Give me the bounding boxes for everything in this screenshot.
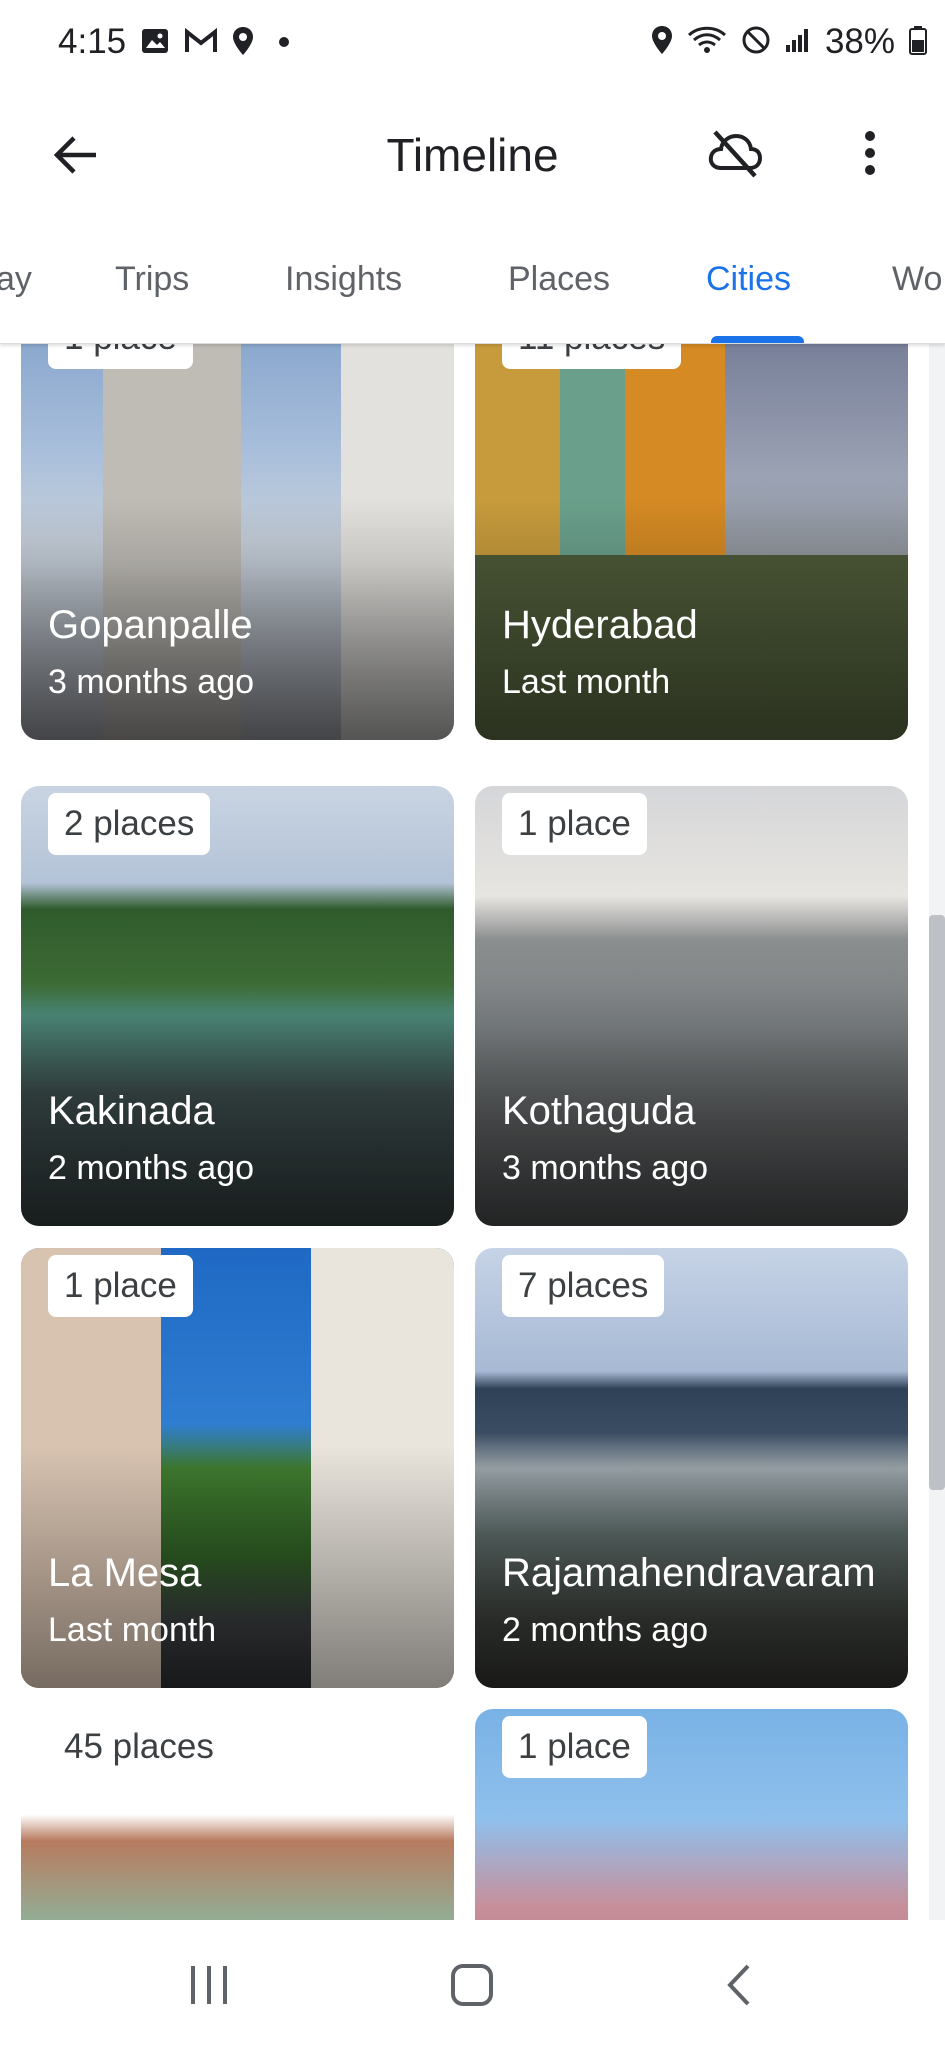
city-card[interactable]: 45 places xyxy=(21,1709,454,1920)
location-pin-icon xyxy=(651,25,673,60)
last-visit: 2 months ago xyxy=(502,1611,709,1649)
last-visit: 3 months ago xyxy=(48,663,255,701)
image-icon xyxy=(140,26,170,61)
wifi-icon xyxy=(687,25,727,60)
city-card[interactable]: 1 place xyxy=(475,1709,908,1920)
city-name: Kakinada xyxy=(48,1089,215,1133)
city-card[interactable]: 1 place Kothaguda 3 months ago xyxy=(475,786,908,1226)
gmail-icon xyxy=(184,27,218,60)
home-icon xyxy=(451,1964,493,2006)
backup-off-button[interactable] xyxy=(700,118,770,188)
location-pin-icon xyxy=(232,26,254,61)
recent-apps-button[interactable] xyxy=(174,1950,244,2020)
city-card[interactable]: 1 place Gopanpalle 3 months ago xyxy=(21,343,454,740)
cities-grid: 1 place Gopanpalle 3 months ago 11 place… xyxy=(0,343,945,1920)
last-visit: 3 months ago xyxy=(502,1149,709,1187)
timeline-tabs: ay Trips Insights Places Cities Wo xyxy=(0,240,945,344)
tab-places[interactable]: Places xyxy=(508,260,610,299)
recent-apps-icon xyxy=(191,1966,227,2004)
system-icons: 38% xyxy=(651,22,927,62)
more-vert-icon xyxy=(865,131,875,175)
nav-back-button[interactable] xyxy=(704,1950,774,2020)
active-tab-indicator xyxy=(711,336,804,343)
battery-percent: 38% xyxy=(824,22,895,61)
scrollbar-thumb[interactable] xyxy=(929,915,945,1490)
city-name: Gopanpalle xyxy=(48,603,253,647)
city-card[interactable]: 7 places Rajamahendravaram 2 months ago xyxy=(475,1248,908,1688)
city-card[interactable]: 2 places Kakinada 2 months ago xyxy=(21,786,454,1226)
system-nav-bar xyxy=(0,1920,945,2048)
city-card[interactable]: 11 places Hyderabad Last month xyxy=(475,343,908,740)
city-name: Kothaguda xyxy=(502,1089,696,1133)
tab-trips[interactable]: Trips xyxy=(115,260,189,299)
battery-icon xyxy=(909,25,927,60)
place-count-badge: 1 place xyxy=(48,343,193,369)
page-title: Timeline xyxy=(386,129,559,181)
tab-cities[interactable]: Cities xyxy=(706,260,791,299)
city-name: Hyderabad xyxy=(502,603,698,647)
city-card[interactable]: 1 place La Mesa Last month xyxy=(21,1248,454,1688)
place-count-badge: 45 places xyxy=(48,1716,230,1778)
place-count-badge: 7 places xyxy=(502,1255,665,1317)
last-visit: Last month xyxy=(48,1611,217,1649)
do-not-disturb-icon xyxy=(741,25,771,60)
tab-insights[interactable]: Insights xyxy=(285,260,402,299)
status-bar: 4:15 38% xyxy=(0,0,945,90)
last-visit: 2 months ago xyxy=(48,1149,255,1187)
cloud-off-icon xyxy=(708,130,763,178)
tab-world[interactable]: Wo xyxy=(892,260,942,299)
place-count-badge: 1 place xyxy=(502,793,647,855)
home-button[interactable] xyxy=(437,1950,507,2020)
place-count-badge: 1 place xyxy=(502,1716,647,1778)
place-count-badge: 2 places xyxy=(48,793,211,855)
more-options-button[interactable] xyxy=(840,118,900,188)
status-time: 4:15 xyxy=(58,22,127,61)
city-name: La Mesa xyxy=(48,1551,202,1595)
notification-icons xyxy=(140,26,290,61)
place-count-badge: 1 place xyxy=(48,1255,193,1317)
signal-icon xyxy=(785,27,811,58)
dot-icon xyxy=(278,35,290,53)
place-count-badge: 11 places xyxy=(502,343,682,369)
back-icon xyxy=(727,1964,750,2006)
last-visit: Last month xyxy=(502,663,671,701)
city-name: Rajamahendravaram xyxy=(502,1551,876,1595)
tab-day[interactable]: ay xyxy=(0,260,32,299)
